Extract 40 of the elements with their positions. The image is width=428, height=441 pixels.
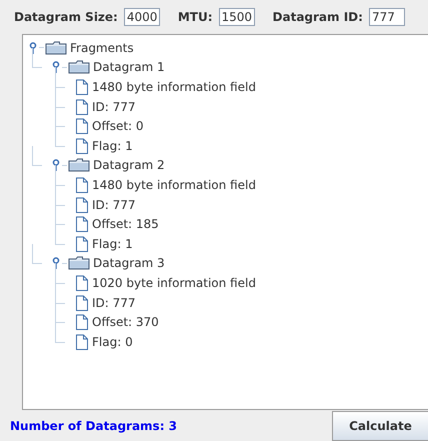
expand-handle-icon[interactable] xyxy=(29,42,39,54)
file-icon xyxy=(75,274,89,291)
file-icon xyxy=(75,216,89,232)
tree-item[interactable]: Offset: 370 xyxy=(92,315,159,330)
tree-item[interactable]: Datagram 2 xyxy=(93,158,165,172)
file-icon xyxy=(75,236,89,252)
tree-item[interactable]: Offset: 0 xyxy=(92,119,144,134)
expand-handle-icon[interactable] xyxy=(52,257,62,270)
tree-item[interactable]: Flag: 0 xyxy=(92,334,133,349)
tree-item[interactable]: Fragments xyxy=(70,40,134,55)
field-label: Datagram Size: xyxy=(14,10,118,24)
file-icon xyxy=(75,138,89,154)
tree-item[interactable]: Flag: 1 xyxy=(92,138,133,153)
tree-item[interactable]: ID: 777 xyxy=(92,100,136,114)
tree-item[interactable]: Datagram 3 xyxy=(93,256,165,270)
tree-item[interactable]: Offset: 185 xyxy=(92,217,159,232)
input-field[interactable]: 4000 xyxy=(124,8,160,26)
file-icon xyxy=(75,294,89,311)
input-field[interactable]: 777 xyxy=(368,8,405,26)
expand-handle-icon[interactable] xyxy=(52,61,62,74)
tree-item[interactable]: 1480 byte information field xyxy=(92,178,256,192)
tree-item[interactable]: ID: 777 xyxy=(92,198,136,212)
file-icon xyxy=(75,334,89,350)
file-icon xyxy=(75,176,89,193)
file-icon xyxy=(75,98,89,115)
field-label: Datagram ID: xyxy=(272,10,363,24)
tree-item[interactable]: 1020 byte information field xyxy=(92,276,256,290)
tree-item[interactable]: Flag: 1 xyxy=(92,236,133,251)
calculate-button[interactable]: Calculate xyxy=(332,410,428,440)
tree-item[interactable]: Datagram 1 xyxy=(93,60,165,74)
input-field[interactable]: 1500 xyxy=(218,8,255,26)
expand-handle-icon[interactable] xyxy=(52,159,62,172)
field-label: MTU: xyxy=(178,10,213,24)
file-icon xyxy=(75,78,89,95)
file-icon xyxy=(75,118,89,134)
datagram-count: Number of Datagrams: 3 xyxy=(10,418,178,432)
file-icon xyxy=(75,314,89,330)
tree-item[interactable]: ID: 777 xyxy=(92,296,136,310)
tree-item[interactable]: 1480 byte information field xyxy=(92,80,256,94)
file-icon xyxy=(75,196,89,213)
